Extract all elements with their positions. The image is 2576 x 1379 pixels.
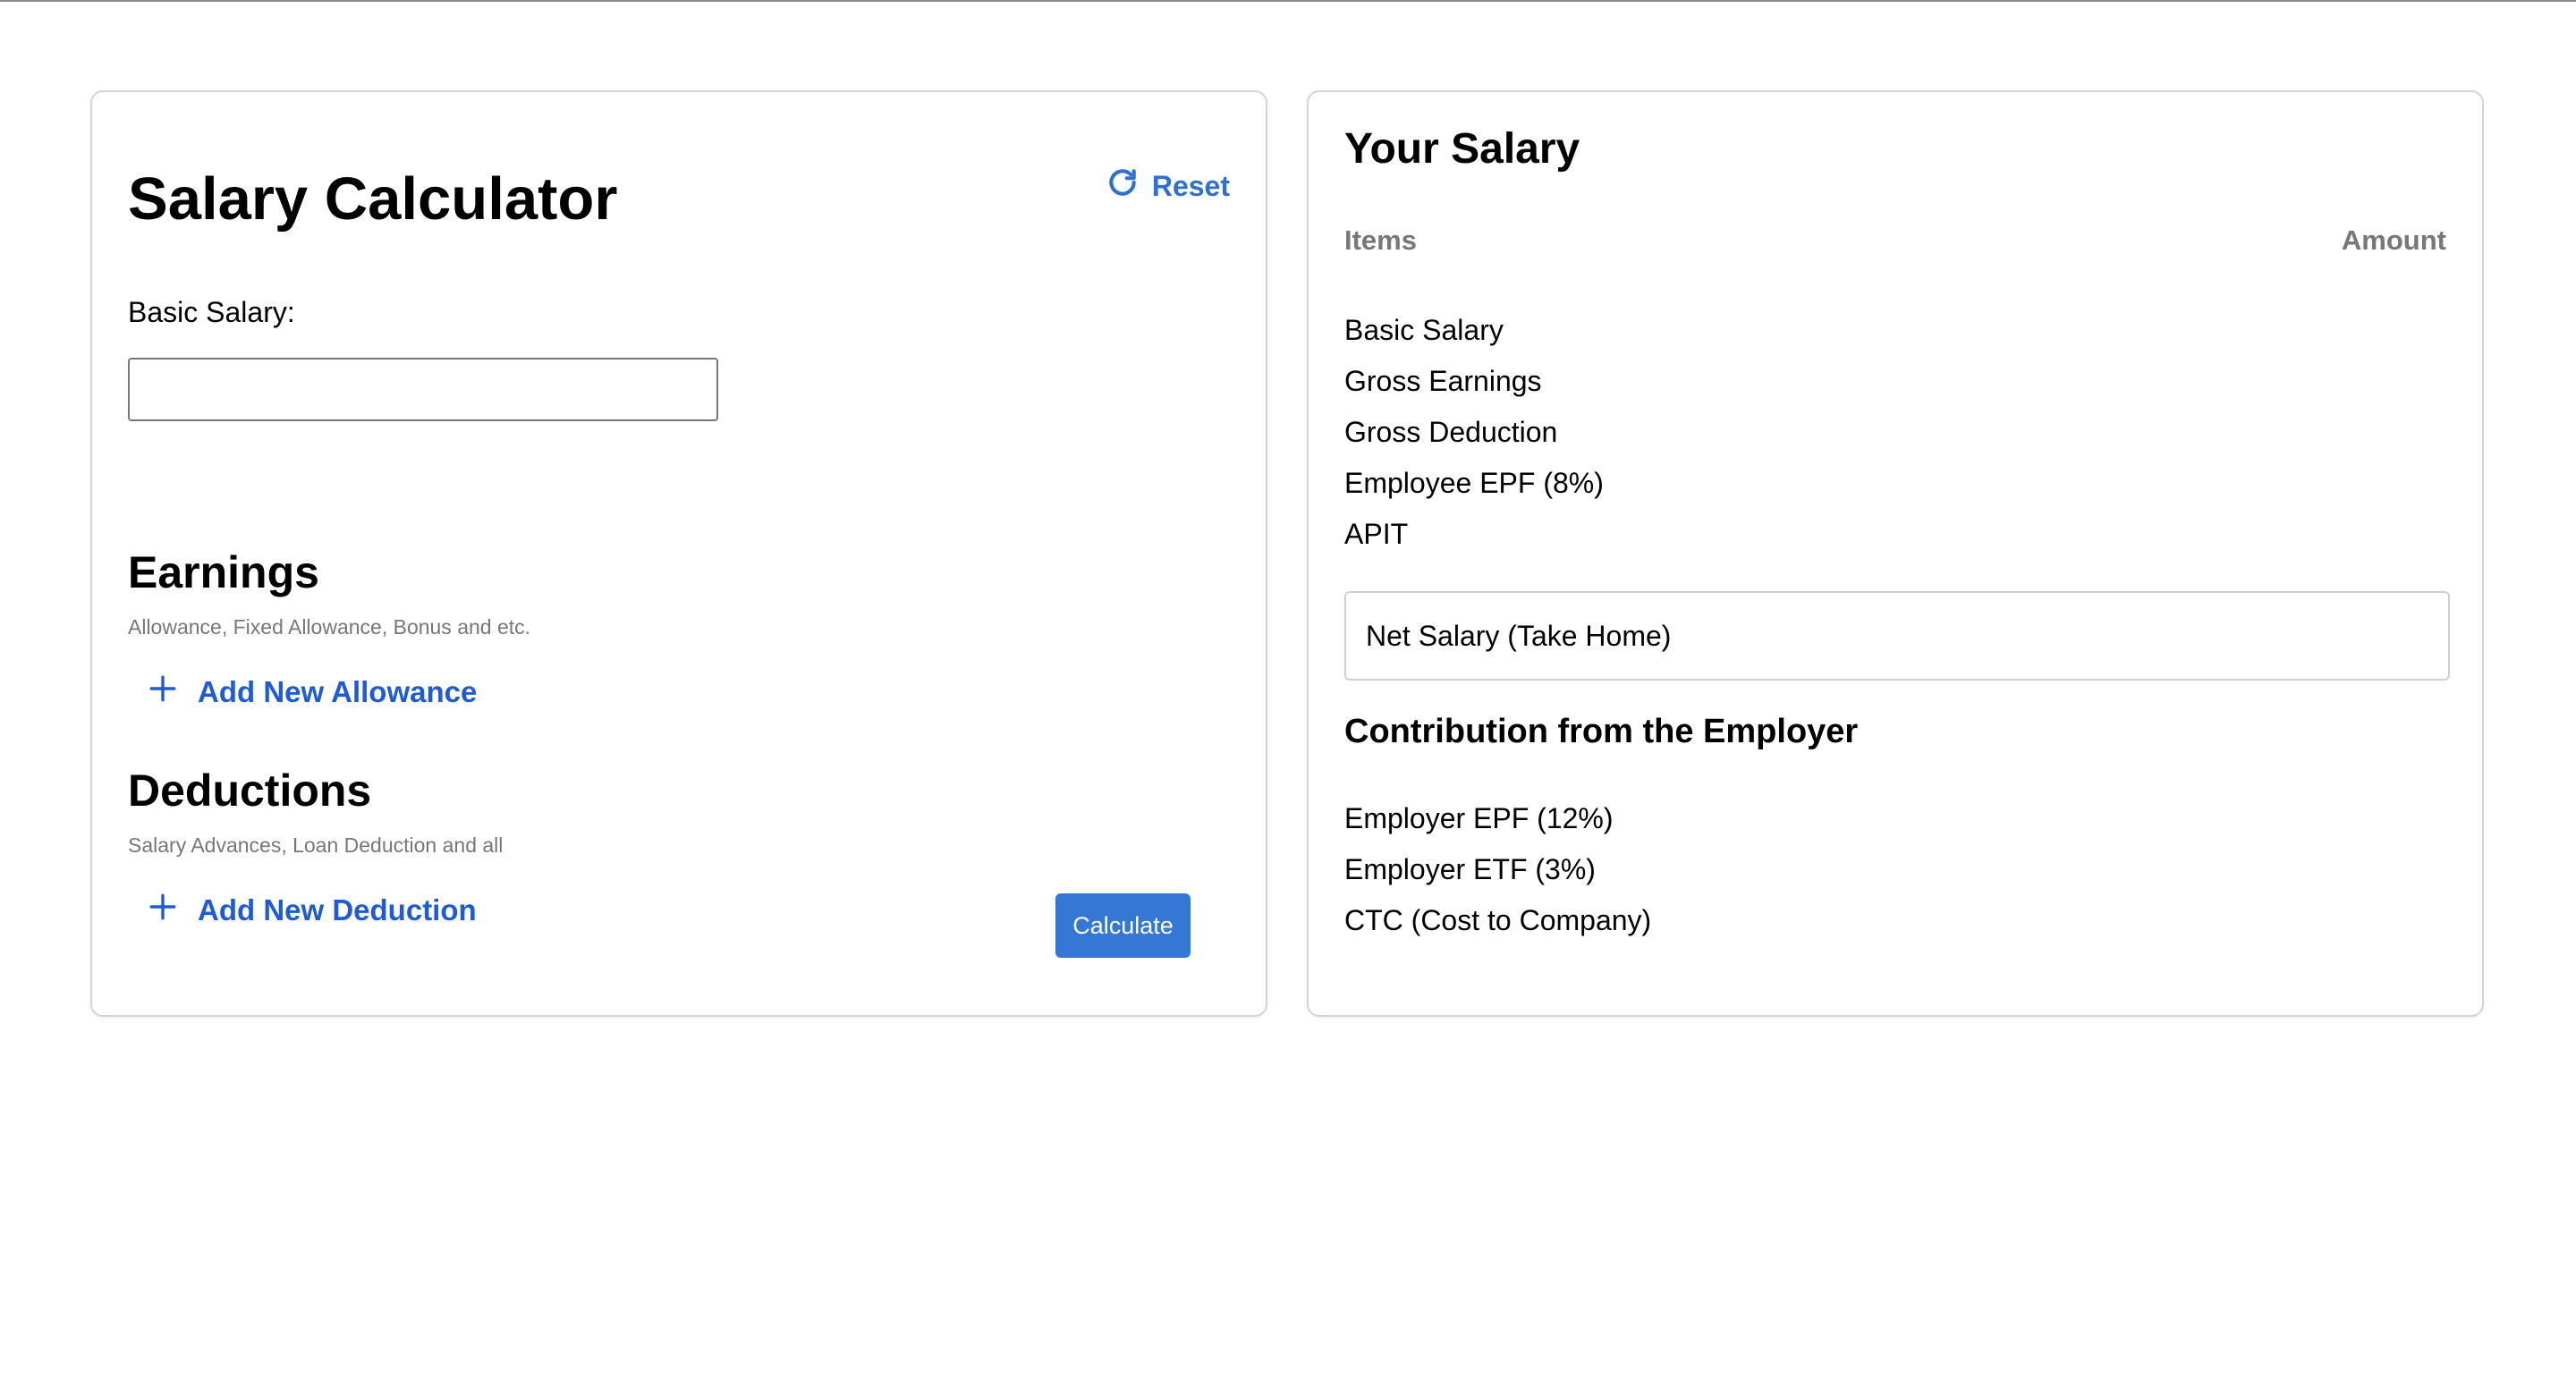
- earnings-subtitle: Allowance, Fixed Allowance, Bonus and et…: [128, 615, 531, 639]
- add-deduction-button[interactable]: Add New Deduction: [148, 892, 477, 929]
- list-item: Basic Salary: [1344, 314, 1504, 346]
- list-item: Gross Earnings: [1344, 365, 1542, 397]
- net-salary-label: Net Salary (Take Home): [1366, 619, 1672, 652]
- plus-icon: [148, 673, 178, 711]
- list-item: Employee EPF (8%): [1344, 467, 1604, 499]
- items-column-header: Items: [1344, 224, 1417, 256]
- list-item: Employer EPF (12%): [1344, 802, 1614, 834]
- list-item: Gross Deduction: [1344, 416, 1558, 448]
- calculate-button[interactable]: Calculate: [1055, 893, 1191, 958]
- employer-contribution-title: Contribution from the Employer: [1344, 713, 1859, 750]
- basic-salary-input[interactable]: [128, 358, 718, 421]
- basic-salary-label: Basic Salary:: [128, 296, 295, 328]
- earnings-title: Earnings: [128, 547, 319, 597]
- your-salary-card: Your Salary Items Amount Basic Salary Gr…: [1307, 90, 2484, 1017]
- top-border-line: [0, 0, 2576, 2]
- refresh-icon: [1106, 165, 1140, 207]
- deductions-title: Deductions: [128, 766, 372, 816]
- deductions-subtitle: Salary Advances, Loan Deduction and all: [128, 833, 504, 857]
- add-allowance-button[interactable]: Add New Allowance: [148, 673, 477, 711]
- list-item: Employer ETF (3%): [1344, 853, 1596, 885]
- amount-column-header: Amount: [2341, 224, 2446, 256]
- list-item: CTC (Cost to Company): [1344, 904, 1652, 936]
- plus-icon: [148, 892, 178, 929]
- add-deduction-label: Add New Deduction: [198, 893, 477, 926]
- salary-items-list: Basic Salary Gross Earnings Gross Deduct…: [1344, 305, 1604, 560]
- reset-button[interactable]: Reset: [1106, 165, 1230, 207]
- add-allowance-label: Add New Allowance: [198, 675, 478, 708]
- list-item: APIT: [1344, 518, 1409, 550]
- page-title: Salary Calculator: [128, 165, 618, 233]
- reset-label: Reset: [1151, 169, 1230, 202]
- net-salary-box: Net Salary (Take Home): [1344, 591, 2450, 681]
- employer-contribution-list: Employer EPF (12%) Employer ETF (3%) CTC…: [1344, 793, 1651, 946]
- salary-calculator-card: Salary Calculator Reset Basic Salary: Ea…: [90, 90, 1267, 1017]
- your-salary-title: Your Salary: [1344, 125, 1580, 173]
